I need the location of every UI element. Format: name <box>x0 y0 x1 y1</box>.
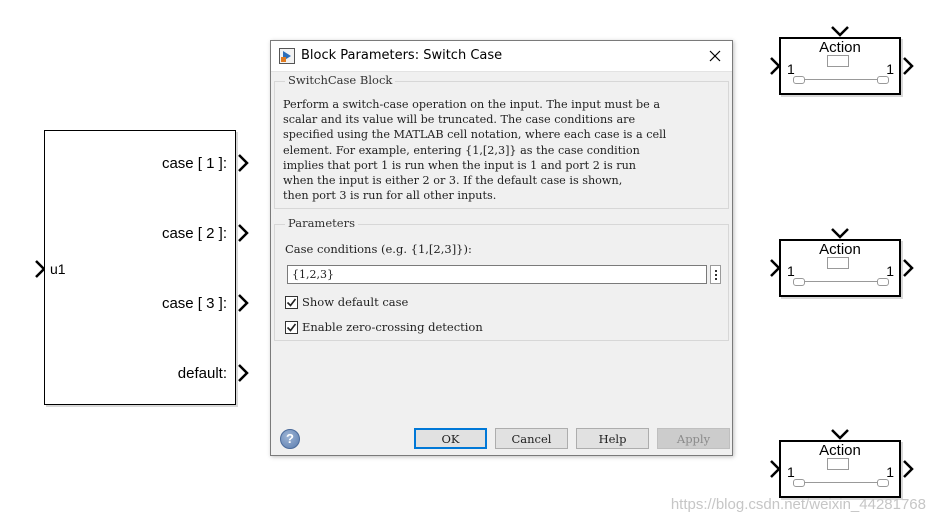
action-2-port-symbol <box>827 257 849 269</box>
case-conditions-input[interactable]: {1,2,3} <box>287 265 707 284</box>
action-subsystem-2[interactable]: Action 1 1 <box>779 239 901 297</box>
simulink-block-icon <box>279 48 295 64</box>
action-3-port-symbol <box>827 458 849 470</box>
show-default-case-checkbox[interactable] <box>285 295 298 309</box>
action-2-left-cap <box>793 278 805 286</box>
action-1-port-symbol <box>827 55 849 67</box>
action-1-out-label: 1 <box>886 61 894 77</box>
case-1-output-port[interactable] <box>236 153 250 173</box>
apply-button: Apply <box>657 428 730 449</box>
switch-case-block[interactable]: u1 case [ 1 ]: case [ 2 ]: case [ 3 ]: d… <box>44 130 236 405</box>
action-1-left-cap <box>793 76 805 84</box>
action-2-title: Action <box>819 241 861 258</box>
more-options-button[interactable] <box>710 265 721 284</box>
block-group-title: SwitchCase Block <box>285 73 396 87</box>
zero-crossing-label: Enable zero-crossing detection <box>302 320 483 334</box>
action-3-title: Action <box>819 442 861 459</box>
help-button[interactable]: Help <box>576 428 649 449</box>
switch-input-label: u1 <box>50 261 66 277</box>
more-dot <box>714 277 717 280</box>
show-default-case-label: Show default case <box>302 295 409 309</box>
action-3-out-label: 1 <box>886 464 894 480</box>
parameters-group: Parameters Case conditions (e.g. {1,[2,3… <box>274 216 729 341</box>
dialog-titlebar[interactable]: Block Parameters: Switch Case <box>271 41 732 72</box>
action-1-connector-line <box>797 79 885 80</box>
more-dot <box>714 273 717 276</box>
action-1-right-cap <box>877 76 889 84</box>
case-conditions-label: Case conditions (e.g. {1,[2,3]}): <box>285 242 472 256</box>
close-icon <box>709 50 721 62</box>
action-2-output-port[interactable] <box>901 258 915 278</box>
action-3-in-label: 1 <box>787 464 795 480</box>
action-1-output-port[interactable] <box>901 56 915 76</box>
action-3-output-port[interactable] <box>901 459 915 479</box>
zero-crossing-row: Enable zero-crossing detection <box>285 319 483 335</box>
action-subsystem-3[interactable]: Action 1 1 <box>779 440 901 498</box>
case-2-output-port[interactable] <box>236 223 250 243</box>
checkmark-icon <box>286 323 297 332</box>
action-3-connector-line <box>797 482 885 483</box>
action-3-right-cap <box>877 479 889 487</box>
help-circle-icon[interactable]: ? <box>280 429 300 449</box>
show-default-case-row: Show default case <box>285 294 408 310</box>
action-1-title: Action <box>819 39 861 56</box>
block-parameters-dialog: Block Parameters: Switch Case SwitchCase… <box>270 40 733 456</box>
action-2-right-cap <box>877 278 889 286</box>
close-button[interactable] <box>702 43 728 69</box>
action-1-trigger-port[interactable] <box>830 24 850 38</box>
dialog-title: Block Parameters: Switch Case <box>301 48 503 63</box>
block-description: Perform a switch-case operation on the i… <box>283 98 667 203</box>
default-case-label: default: <box>177 365 227 382</box>
action-2-trigger-port[interactable] <box>830 226 850 240</box>
case-2-label: case [ 2 ]: <box>161 225 227 242</box>
action-3-left-cap <box>793 479 805 487</box>
ok-button[interactable]: OK <box>414 428 487 449</box>
case-1-label: case [ 1 ]: <box>161 155 227 172</box>
parameters-group-title: Parameters <box>285 216 358 230</box>
more-dots-icon <box>714 269 717 272</box>
block-description-group: SwitchCase Block Perform a switch-case o… <box>274 73 729 209</box>
action-subsystem-1[interactable]: Action 1 1 <box>779 37 901 95</box>
checkmark-icon <box>286 298 297 307</box>
watermark: https://blog.csdn.net/weixin_44281768 <box>670 496 926 513</box>
default-output-port[interactable] <box>236 363 250 383</box>
zero-crossing-checkbox[interactable] <box>285 320 298 334</box>
action-1-in-label: 1 <box>787 61 795 77</box>
cancel-button[interactable]: Cancel <box>495 428 568 449</box>
case-3-output-port[interactable] <box>236 293 250 313</box>
action-3-trigger-port[interactable] <box>830 427 850 441</box>
case-3-label: case [ 3 ]: <box>161 295 227 312</box>
action-2-connector-line <box>797 281 885 282</box>
action-2-out-label: 1 <box>886 263 894 279</box>
action-2-in-label: 1 <box>787 263 795 279</box>
